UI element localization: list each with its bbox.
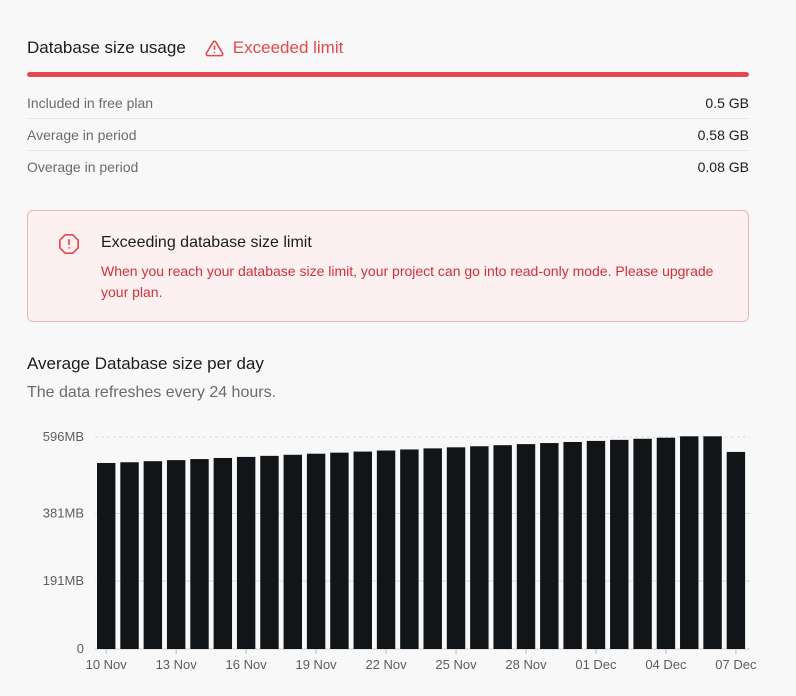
chart-title: Average Database size per day — [27, 354, 264, 373]
bar[interactable] — [423, 448, 442, 649]
bar[interactable] — [703, 436, 722, 649]
bar[interactable] — [493, 445, 512, 649]
x-tick-label: 10 Nov — [86, 657, 128, 672]
bar[interactable] — [516, 444, 536, 649]
bar[interactable] — [633, 438, 652, 649]
bar[interactable] — [166, 460, 186, 649]
usage-row-included: Included in free plan 0.5 GB — [27, 87, 749, 119]
x-tick-label: 28 Nov — [505, 657, 547, 672]
bar[interactable] — [120, 462, 139, 649]
bar[interactable] — [283, 454, 302, 649]
y-tick-label: 381MB — [43, 505, 84, 520]
usage-row-label: Included in free plan — [27, 94, 154, 111]
y-tick-label: 0 — [77, 641, 84, 656]
usage-progress-fill — [27, 72, 749, 77]
x-tick-label: 01 Dec — [575, 657, 617, 672]
bar[interactable] — [470, 446, 489, 649]
usage-progress-bar — [27, 72, 749, 77]
bar[interactable] — [236, 456, 256, 649]
bar[interactable] — [610, 439, 629, 649]
alert-octagon-icon — [59, 234, 79, 254]
x-tick-label: 19 Nov — [295, 657, 337, 672]
usage-row-average: Average in period 0.58 GB — [27, 119, 749, 151]
bar[interactable] — [353, 451, 372, 649]
usage-summary: Included in free plan 0.5 GB Average in … — [27, 87, 749, 182]
usage-row-value: 0.08 GB — [697, 158, 749, 175]
x-tick-label: 07 Dec — [715, 657, 757, 672]
usage-row-label: Average in period — [27, 126, 137, 143]
limit-alert: Exceeding database size limit When you r… — [27, 210, 749, 322]
alert-body: When you reach your database size limit,… — [101, 263, 714, 300]
usage-title: Database size usage — [27, 38, 186, 57]
x-tick-label: 22 Nov — [365, 657, 407, 672]
bar[interactable] — [260, 455, 279, 649]
bar[interactable] — [563, 441, 582, 649]
bar[interactable] — [97, 462, 116, 649]
bar[interactable] — [726, 451, 746, 649]
usage-header: Database size usage Exceeded limit — [27, 38, 343, 58]
usage-status-text: Exceeded limit — [232, 38, 344, 57]
chart-subtitle: The data refreshes every 24 hours. — [27, 384, 277, 401]
bar[interactable] — [400, 449, 419, 649]
bar[interactable] — [143, 461, 163, 649]
alert-title: Exceeding database size limit — [101, 234, 312, 251]
y-tick-label: 191MB — [43, 573, 84, 588]
usage-row-overage: Overage in period 0.08 GB — [27, 151, 749, 182]
bar[interactable] — [376, 450, 396, 649]
y-tick-label: 596MB — [43, 429, 84, 444]
usage-row-value: 0.5 GB — [705, 94, 749, 111]
bar[interactable] — [190, 459, 209, 649]
x-tick-label: 04 Dec — [645, 657, 687, 672]
bar[interactable] — [213, 457, 233, 649]
database-size-chart: 0 191MB 381MB 596MB 10 Nov 13 Nov 16 Nov 19 Nov… — [43, 429, 757, 672]
usage-status-badge: Exceeded limit — [205, 38, 344, 58]
bar[interactable] — [656, 437, 676, 649]
usage-row-value: 0.58 GB — [697, 126, 749, 143]
bar[interactable] — [330, 452, 349, 649]
bar[interactable] — [306, 453, 326, 649]
usage-row-label: Overage in period — [27, 158, 139, 175]
x-tick-label: 25 Nov — [435, 657, 477, 672]
x-tick-label: 16 Nov — [226, 657, 268, 672]
bar[interactable] — [680, 436, 699, 649]
x-tick-label: 13 Nov — [156, 657, 198, 672]
warning-triangle-icon — [205, 40, 224, 56]
bar[interactable] — [586, 440, 606, 649]
bar[interactable] — [446, 447, 466, 649]
bar[interactable] — [540, 443, 559, 649]
